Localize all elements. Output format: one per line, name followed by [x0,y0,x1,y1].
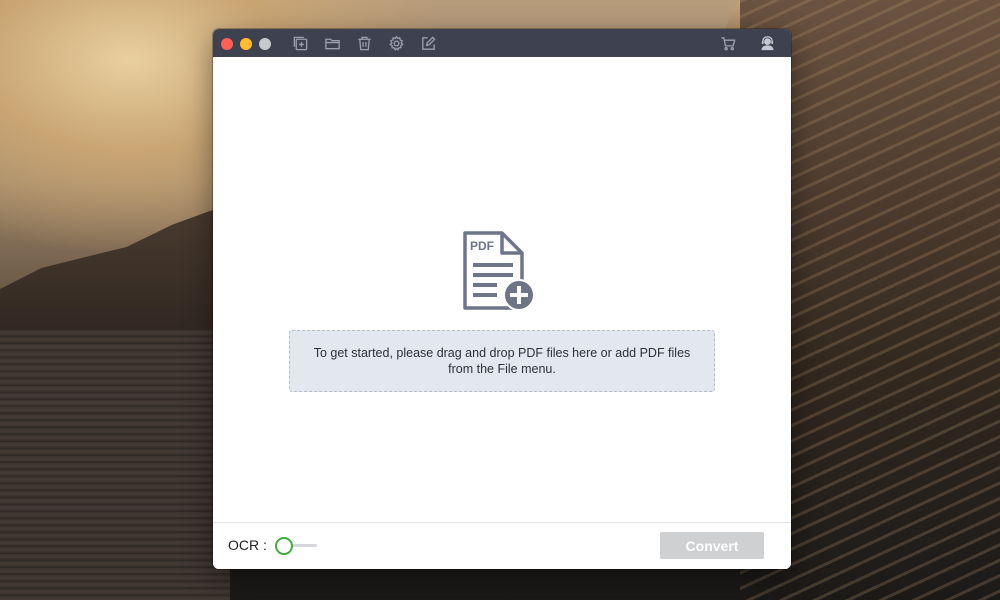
add-file-icon[interactable] [291,34,309,52]
ocr-toggle-knob[interactable] [275,537,293,555]
folder-icon[interactable] [323,34,341,52]
zoom-window-button[interactable] [259,38,271,50]
drop-zone[interactable]: To get started, please drag and drop PDF… [289,330,715,392]
ocr-label: OCR : [228,537,267,553]
app-window: PDF To get started, please drag and drop… [213,29,791,569]
trash-icon[interactable] [355,34,373,52]
support-agent-icon[interactable] [758,34,776,52]
drop-zone-message: To get started, please drag and drop PDF… [313,346,691,376]
pdf-badge-text: PDF [470,239,494,253]
close-window-button[interactable] [221,38,233,50]
pdf-add-icon: PDF [462,230,536,312]
wallpaper-mountain [0,205,230,345]
footer-bar: OCR : Convert [213,522,791,569]
ocr-toggle[interactable] [275,536,321,556]
convert-button[interactable]: Convert [660,532,764,559]
cart-icon[interactable] [719,34,737,52]
edit-icon[interactable] [419,34,437,52]
main-content-area[interactable]: PDF To get started, please drag and drop… [213,57,791,522]
gear-icon[interactable] [387,34,405,52]
title-bar[interactable] [213,29,791,57]
wallpaper-sea [0,330,230,600]
minimize-window-button[interactable] [240,38,252,50]
